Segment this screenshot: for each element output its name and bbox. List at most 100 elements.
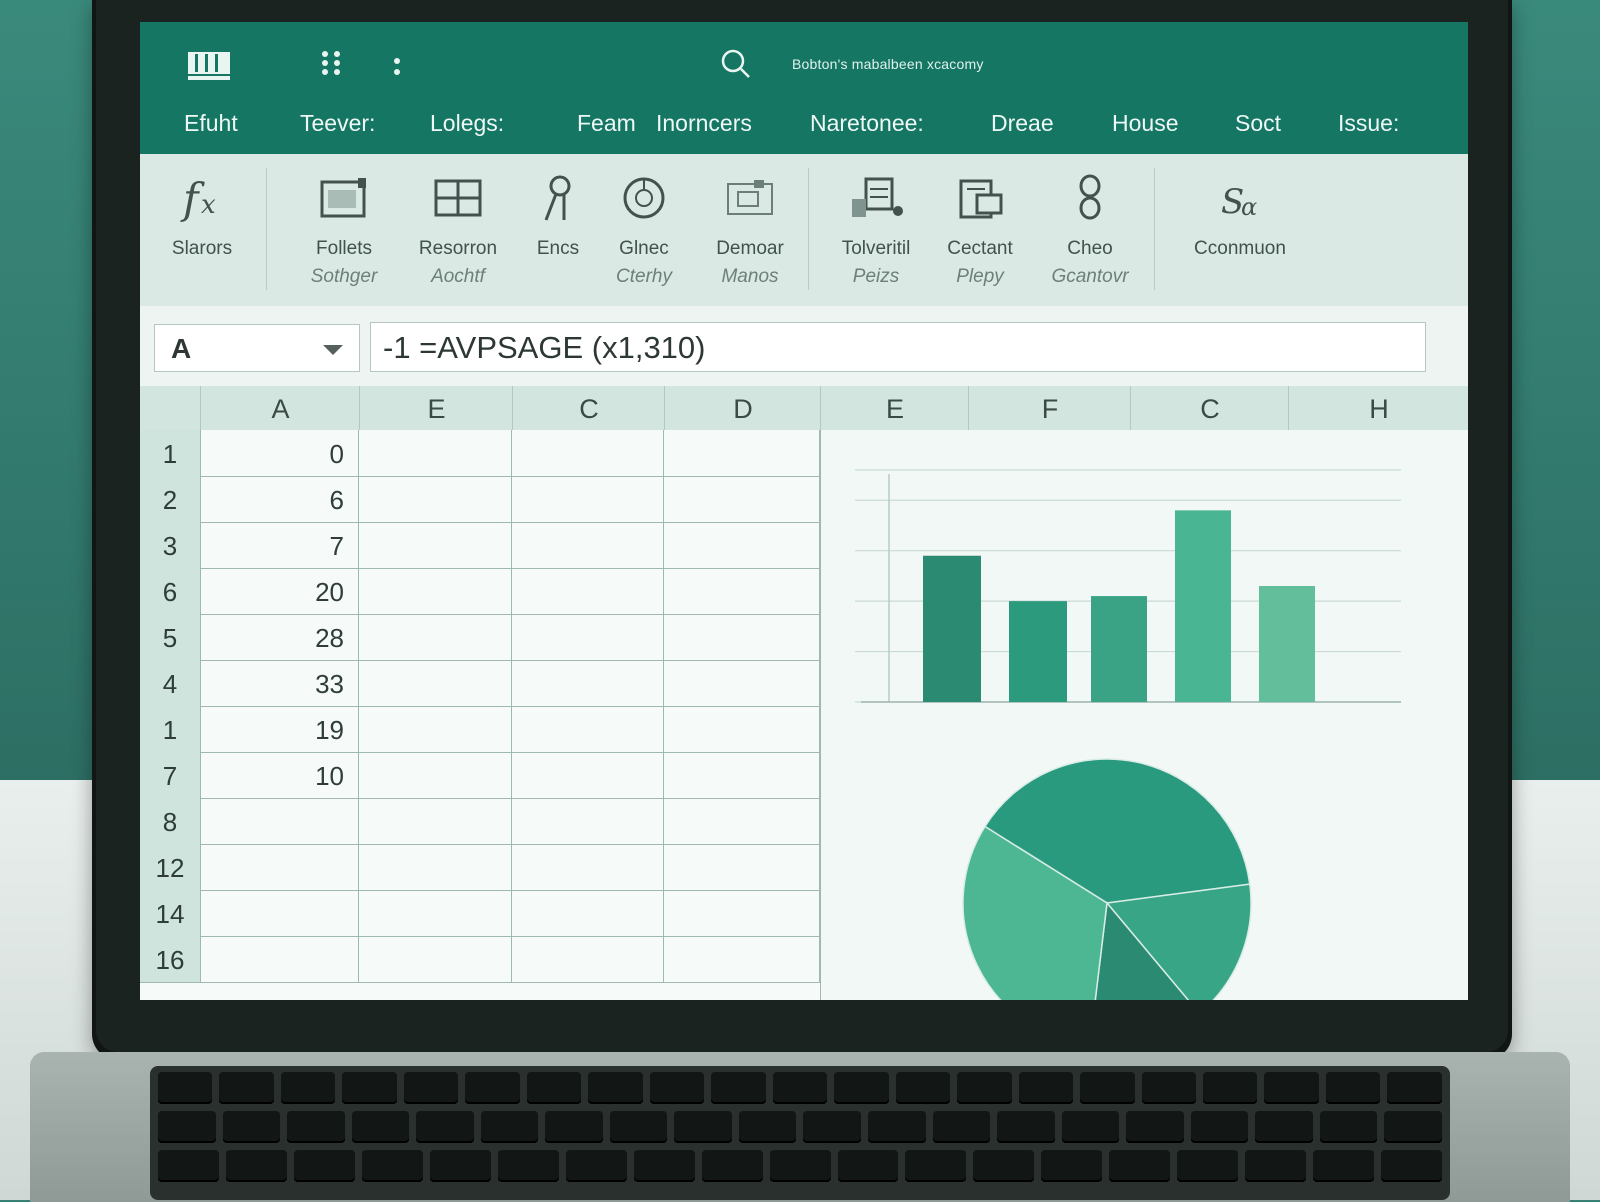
search-icon[interactable] xyxy=(720,48,752,80)
column-header[interactable]: C xyxy=(512,386,665,430)
cell-a[interactable] xyxy=(201,936,359,982)
cell-a[interactable]: 20 xyxy=(201,568,359,614)
menu-item-2[interactable]: Teever: xyxy=(300,110,375,137)
cell[interactable] xyxy=(359,798,512,844)
cell[interactable] xyxy=(664,522,820,568)
row-header[interactable]: 2 xyxy=(140,476,201,522)
cell[interactable] xyxy=(359,476,512,522)
menu-item-4[interactable]: Feam xyxy=(577,110,636,137)
cell-a[interactable]: 6 xyxy=(201,476,359,522)
menu-item-5[interactable]: Inorncers xyxy=(656,110,752,137)
ribbon-button-2[interactable]: Follets Sothger xyxy=(284,172,404,288)
cell[interactable] xyxy=(512,476,664,522)
cell-a[interactable]: 19 xyxy=(201,706,359,752)
cell[interactable] xyxy=(664,430,820,476)
name-box[interactable]: A xyxy=(154,324,360,372)
cell-a[interactable] xyxy=(201,844,359,890)
spreadsheet-app-window: Bobton's mabalbeen xcacomy Efuht Teever:… xyxy=(140,22,1468,1000)
ribbon-button-6[interactable]: Demoar Manos xyxy=(690,172,810,288)
apps-dots-icon[interactable] xyxy=(320,50,342,83)
formula-input[interactable]: -1 =AVPSAGE (x1,310) xyxy=(370,322,1426,372)
menu-item-6[interactable]: Naretonee: xyxy=(810,110,924,137)
cell[interactable] xyxy=(512,614,664,660)
cell[interactable] xyxy=(664,614,820,660)
cell[interactable] xyxy=(359,660,512,706)
app-grid-logo-icon[interactable] xyxy=(186,50,232,91)
cell[interactable] xyxy=(664,568,820,614)
cell[interactable] xyxy=(664,660,820,706)
embedded-charts[interactable] xyxy=(821,430,1468,1000)
cell[interactable] xyxy=(512,890,664,936)
menu-item-7[interactable]: Dreae xyxy=(991,110,1054,137)
cell[interactable] xyxy=(359,936,512,982)
cell[interactable] xyxy=(359,614,512,660)
row-header[interactable]: 4 xyxy=(140,660,201,706)
row-header[interactable]: 3 xyxy=(140,522,201,568)
ribbon-button-5[interactable]: Glnec Cterhy xyxy=(584,172,704,288)
ribbon-button-9[interactable]: Cheo Gcantovr xyxy=(1030,172,1150,288)
cell[interactable] xyxy=(664,890,820,936)
cell[interactable] xyxy=(512,522,664,568)
ribbon-button-8[interactable]: Cectant Plepy xyxy=(920,172,1040,288)
cell[interactable] xyxy=(664,844,820,890)
menu-item-1[interactable]: Efuht xyxy=(184,110,238,137)
ribbon-button-10[interactable]: Sɑ Cconmuon xyxy=(1172,172,1308,260)
cell[interactable] xyxy=(359,568,512,614)
more-options-icon[interactable] xyxy=(392,54,402,85)
column-header[interactable]: C xyxy=(1130,386,1289,430)
column-header[interactable]: D xyxy=(664,386,821,430)
cell-a[interactable]: 33 xyxy=(201,660,359,706)
menu-item-9[interactable]: Soct xyxy=(1235,110,1281,137)
menu-item-10[interactable]: Issue: xyxy=(1338,110,1399,137)
menu-item-3[interactable]: Lolegs: xyxy=(430,110,504,137)
cell[interactable] xyxy=(359,890,512,936)
menu-item-8[interactable]: House xyxy=(1112,110,1178,137)
cell[interactable] xyxy=(359,522,512,568)
ribbon-button-1[interactable]: fx Slarors xyxy=(142,172,262,260)
column-header[interactable]: E xyxy=(359,386,513,430)
cell[interactable] xyxy=(664,752,820,798)
table-row: 37 xyxy=(140,522,820,569)
cell[interactable] xyxy=(664,706,820,752)
row-header[interactable]: 16 xyxy=(140,936,201,982)
bar xyxy=(1009,601,1067,702)
cell[interactable] xyxy=(359,706,512,752)
row-header[interactable]: 1 xyxy=(140,430,201,476)
cell[interactable] xyxy=(512,798,664,844)
cell-a[interactable]: 28 xyxy=(201,614,359,660)
row-header[interactable]: 6 xyxy=(140,568,201,614)
row-header[interactable]: 12 xyxy=(140,844,201,890)
cell-a[interactable]: 10 xyxy=(201,752,359,798)
select-all-corner[interactable] xyxy=(140,386,200,430)
row-header[interactable]: 8 xyxy=(140,798,201,844)
ribbon-toolbar: fx Slarors Follets Sothger Resorron Aoch… xyxy=(140,154,1468,307)
cell[interactable] xyxy=(512,936,664,982)
cell[interactable] xyxy=(359,844,512,890)
chevron-down-icon[interactable] xyxy=(323,345,343,355)
cell[interactable] xyxy=(512,430,664,476)
cell[interactable] xyxy=(512,844,664,890)
ribbon-button-7[interactable]: Tolveritil Peizs xyxy=(816,172,936,288)
cell[interactable] xyxy=(512,706,664,752)
row-header[interactable]: 1 xyxy=(140,706,201,752)
cell[interactable] xyxy=(359,752,512,798)
cell-a[interactable]: 7 xyxy=(201,522,359,568)
cell[interactable] xyxy=(512,660,664,706)
cell[interactable] xyxy=(664,936,820,982)
cell-a[interactable]: 0 xyxy=(201,430,359,476)
row-header[interactable]: 7 xyxy=(140,752,201,798)
cell[interactable] xyxy=(359,430,512,476)
column-header[interactable]: A xyxy=(200,386,360,430)
cell[interactable] xyxy=(664,798,820,844)
row-header[interactable]: 14 xyxy=(140,890,201,936)
column-header[interactable]: H xyxy=(1288,386,1468,430)
cell-a[interactable] xyxy=(201,798,359,844)
cell[interactable] xyxy=(512,568,664,614)
cell[interactable] xyxy=(664,476,820,522)
name-box-value: A xyxy=(171,333,192,364)
column-header[interactable]: F xyxy=(968,386,1131,430)
cell[interactable] xyxy=(512,752,664,798)
row-header[interactable]: 5 xyxy=(140,614,201,660)
column-header[interactable]: E xyxy=(820,386,969,430)
cell-a[interactable] xyxy=(201,890,359,936)
